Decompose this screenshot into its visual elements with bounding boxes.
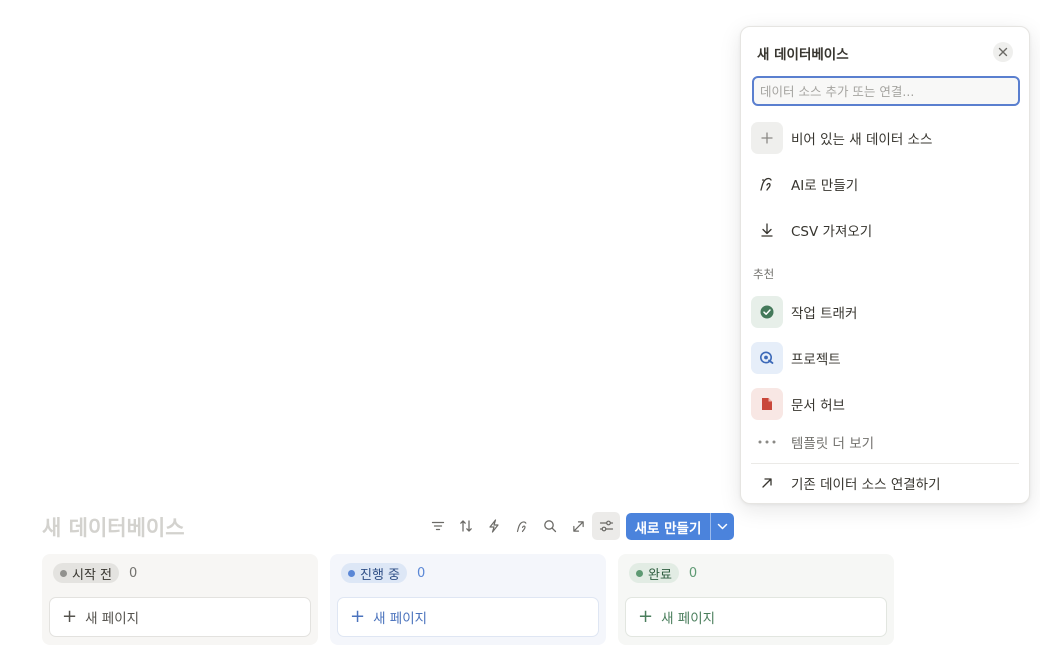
board-column-in-progress: 진행 중 0 + 새 페이지 (330, 554, 606, 645)
ai-button[interactable] (508, 512, 536, 540)
csv-import-label: CSV 가져오기 (791, 224, 873, 240)
sort-icon (460, 520, 472, 532)
sort-button[interactable] (452, 512, 480, 540)
status-dot (636, 569, 643, 577)
lightning-icon (489, 519, 499, 533)
column-header: 완료 0 (629, 563, 697, 583)
plus-icon: + (350, 606, 366, 627)
new-page-label: 새 페이지 (85, 611, 140, 627)
filter-button[interactable] (424, 512, 452, 540)
recommended-section-label: 추천 (753, 267, 775, 281)
settings-button[interactable] (592, 512, 620, 540)
status-label: 시작 전 (72, 567, 113, 583)
connect-existing-source-item[interactable]: 기존 데이터 소스 연결하기 (751, 466, 1021, 500)
expand-icon (572, 520, 584, 532)
template-document-hub-label: 문서 허브 (791, 398, 845, 414)
empty-data-source-item[interactable]: 비어 있는 새 데이터 소스 (751, 120, 1021, 156)
template-project-label: 프로젝트 (791, 352, 841, 368)
plus-icon (751, 122, 783, 154)
column-count: 0 (417, 565, 426, 581)
template-task-tracker-label: 작업 트래커 (791, 306, 858, 322)
sliders-icon (599, 520, 613, 532)
document-icon (751, 388, 783, 420)
board-column-done: 완료 0 + 새 페이지 (618, 554, 894, 645)
status-label: 완료 (648, 567, 672, 583)
status-badge[interactable]: 완료 (629, 563, 679, 583)
automation-button[interactable] (480, 512, 508, 540)
ai-create-item[interactable]: AI로 만들기 (751, 166, 1021, 202)
more-templates-label: 템플릿 더 보기 (791, 436, 875, 452)
popup-title: 새 데이터베이스 (757, 47, 849, 63)
column-count: 0 (688, 565, 698, 581)
more-templates-item[interactable]: 템플릿 더 보기 (751, 425, 1021, 459)
expand-button[interactable] (564, 512, 592, 540)
data-source-search-input[interactable] (752, 76, 1020, 106)
status-dot (60, 569, 67, 577)
check-circle-icon (751, 296, 783, 328)
arrow-up-right-icon (751, 467, 783, 499)
template-document-hub[interactable]: 문서 허브 (751, 386, 1021, 422)
column-count: 0 (129, 565, 138, 581)
new-page-label: 새 페이지 (373, 611, 428, 627)
target-icon (751, 342, 783, 374)
new-page-label: 새 페이지 (661, 611, 716, 627)
board-column-not-started: 시작 전 0 + 새 페이지 (42, 554, 318, 645)
filter-icon (431, 521, 445, 531)
new-page-button[interactable]: + 새 페이지 (49, 597, 311, 637)
database-title[interactable]: 새 데이터베이스 (42, 512, 185, 542)
template-task-tracker[interactable]: 작업 트래커 (751, 294, 1021, 330)
ai-create-label: AI로 만들기 (791, 178, 859, 194)
database-toolbar (424, 512, 620, 540)
template-project[interactable]: 프로젝트 (751, 340, 1021, 376)
connect-existing-source-label: 기존 데이터 소스 연결하기 (791, 477, 941, 493)
plus-icon: + (638, 606, 654, 627)
csv-import-item[interactable]: CSV 가져오기 (751, 212, 1021, 248)
column-header: 시작 전 0 (53, 563, 137, 583)
empty-data-source-label: 비어 있는 새 데이터 소스 (791, 132, 933, 148)
search-icon (544, 520, 557, 533)
status-badge[interactable]: 시작 전 (53, 563, 120, 583)
plus-icon: + (62, 606, 78, 627)
status-label: 진행 중 (360, 567, 401, 583)
download-icon (751, 214, 783, 246)
column-header: 진행 중 0 (341, 563, 425, 583)
new-page-button[interactable]: + 새 페이지 (337, 597, 599, 637)
ai-sparkle-icon (516, 520, 526, 532)
status-badge[interactable]: 진행 중 (341, 563, 408, 583)
status-dot (348, 569, 355, 577)
ellipsis-icon (751, 426, 783, 458)
new-button-group: 새로 만들기 (626, 513, 734, 540)
new-button-dropdown[interactable] (711, 513, 734, 540)
popup-divider (751, 463, 1019, 464)
chevron-down-icon (717, 523, 728, 530)
new-database-popup: 새 데이터베이스 비어 있는 새 데이터 소스 AI로 만들기 C (740, 26, 1030, 504)
search-button[interactable] (536, 512, 564, 540)
close-button[interactable] (993, 42, 1013, 62)
close-icon (998, 47, 1008, 57)
new-page-button[interactable]: + 새 페이지 (625, 597, 887, 637)
new-button[interactable]: 새로 만들기 (626, 517, 710, 537)
ai-sparkle-icon (751, 168, 783, 200)
